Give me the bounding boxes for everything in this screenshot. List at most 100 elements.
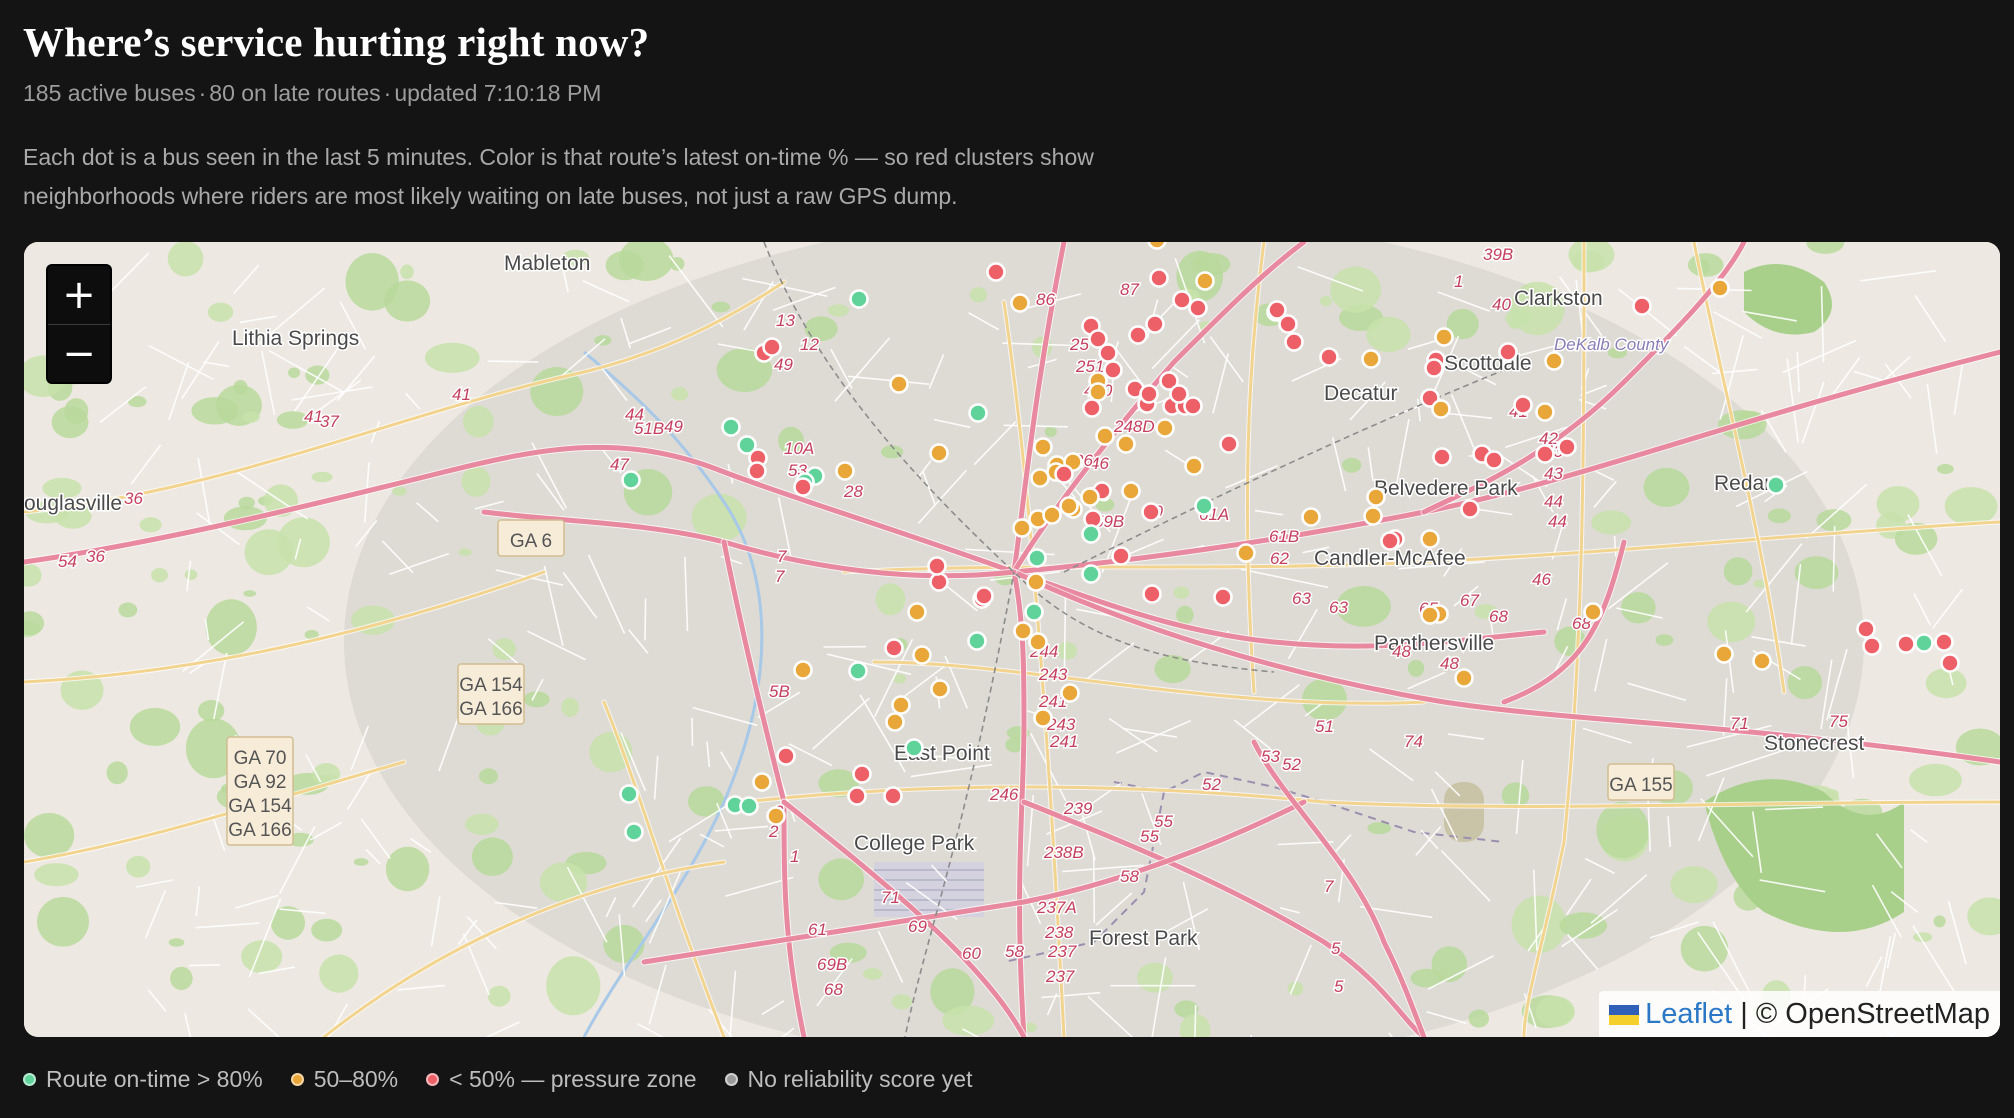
bus-marker[interactable] [1766,475,1786,495]
bus-marker[interactable] [1535,402,1555,422]
bus-marker[interactable] [967,631,987,651]
bus-marker[interactable] [747,461,767,481]
bus-marker[interactable] [1059,496,1079,516]
bus-marker[interactable] [1088,382,1108,402]
bus-marker[interactable] [1010,293,1030,313]
bus-marker[interactable] [929,443,949,463]
bus-marker[interactable] [1188,298,1208,318]
bus-marker[interactable] [766,806,786,826]
bus-marker[interactable] [1080,487,1100,507]
bus-marker[interactable] [927,556,947,576]
bus-marker[interactable] [1024,602,1044,622]
bus-marker[interactable] [1432,447,1452,467]
bus-marker[interactable] [1149,268,1169,288]
bus-marker[interactable] [1301,507,1321,527]
bus-marker[interactable] [1098,343,1118,363]
bus-marker[interactable] [930,679,950,699]
bus-marker[interactable] [619,784,639,804]
bus-marker[interactable] [1013,621,1033,641]
bus-marker[interactable] [1033,437,1053,457]
bus-marker[interactable] [891,695,911,715]
bus-marker[interactable] [1862,636,1882,656]
bus-marker[interactable] [835,461,855,481]
bus-marker[interactable] [852,764,872,784]
bus-marker[interactable] [1012,518,1032,538]
bus-marker[interactable] [1026,572,1046,592]
bus-marker[interactable] [1484,450,1504,470]
bus-marker[interactable] [1155,418,1175,438]
bus-marker[interactable] [1454,668,1474,688]
bus-marker[interactable] [1027,548,1047,568]
bus-marker[interactable] [912,645,932,665]
bus-marker[interactable] [1544,351,1564,371]
bus-marker[interactable] [1195,271,1215,291]
bus-marker[interactable] [739,796,759,816]
bus-marker[interactable] [907,602,927,622]
bus-marker[interactable] [889,374,909,394]
bus-marker[interactable] [885,712,905,732]
bus-marker[interactable] [968,403,988,423]
zoom-out-button[interactable]: − [48,324,110,382]
bus-marker[interactable] [1095,426,1115,446]
bus-marker[interactable] [1081,524,1101,544]
bus-marker[interactable] [1184,456,1204,476]
bus-marker[interactable] [1213,587,1233,607]
bus-marker[interactable] [1714,644,1734,664]
bus-marker[interactable] [721,417,741,437]
bus-marker[interactable] [621,470,641,490]
bus-marker[interactable] [624,822,644,842]
bus-marker[interactable] [1147,242,1167,250]
bus-marker[interactable] [1535,444,1555,464]
bus-marker[interactable] [1498,342,1518,362]
bus-marker[interactable] [1424,358,1444,378]
bus-marker[interactable] [1121,481,1141,501]
bus-marker[interactable] [1139,384,1159,404]
bus-marker[interactable] [1896,634,1916,654]
bus-marker[interactable] [1914,633,1934,653]
bus-marker[interactable] [752,772,772,792]
bus-marker[interactable] [974,586,994,606]
bus-marker[interactable] [1752,651,1772,671]
bus-marker[interactable] [1103,360,1123,380]
bus-marker[interactable] [1856,619,1876,639]
bus-marker[interactable] [849,289,869,309]
bus-marker[interactable] [904,738,924,758]
bus-marker[interactable] [793,660,813,680]
bus-marker[interactable] [1172,290,1192,310]
bus-marker[interactable] [986,262,1006,282]
bus-marker[interactable] [883,786,903,806]
bus-marker[interactable] [1557,437,1577,457]
bus-marker[interactable] [1380,531,1400,551]
bus-marker[interactable] [848,661,868,681]
bus-marker[interactable] [1142,584,1162,604]
bus-marker[interactable] [1145,314,1165,334]
bus-marker[interactable] [1028,632,1048,652]
bus-marker[interactable] [1632,296,1652,316]
bus-marker[interactable] [762,337,782,357]
bus-marker[interactable] [1183,396,1203,416]
bus-marker[interactable] [776,746,796,766]
bus-marker[interactable] [847,786,867,806]
bus-marker[interactable] [1363,506,1383,526]
bus-marker[interactable] [1934,632,1954,652]
bus-marker[interactable] [1116,434,1136,454]
zoom-in-button[interactable]: + [48,266,110,324]
bus-marker[interactable] [1194,496,1214,516]
bus-marker[interactable] [884,638,904,658]
bus-marker[interactable] [929,572,949,592]
bus-marker[interactable] [1460,499,1480,519]
bus-marker[interactable] [1236,543,1256,563]
leaflet-link[interactable]: Leaflet [1645,998,1732,1030]
bus-marker[interactable] [1420,529,1440,549]
bus-marker[interactable] [1111,546,1131,566]
bus-marker[interactable] [1128,325,1148,345]
bus-marker[interactable] [1141,502,1161,522]
bus-marker[interactable] [1267,300,1287,320]
bus-marker[interactable] [793,477,813,497]
bus-marker[interactable] [1420,605,1440,625]
bus-marker[interactable] [1030,468,1050,488]
bus-marker[interactable] [1219,434,1239,454]
bus-marker[interactable] [1710,278,1730,298]
bus-marker[interactable] [1081,564,1101,584]
bus-marker[interactable] [1169,384,1189,404]
